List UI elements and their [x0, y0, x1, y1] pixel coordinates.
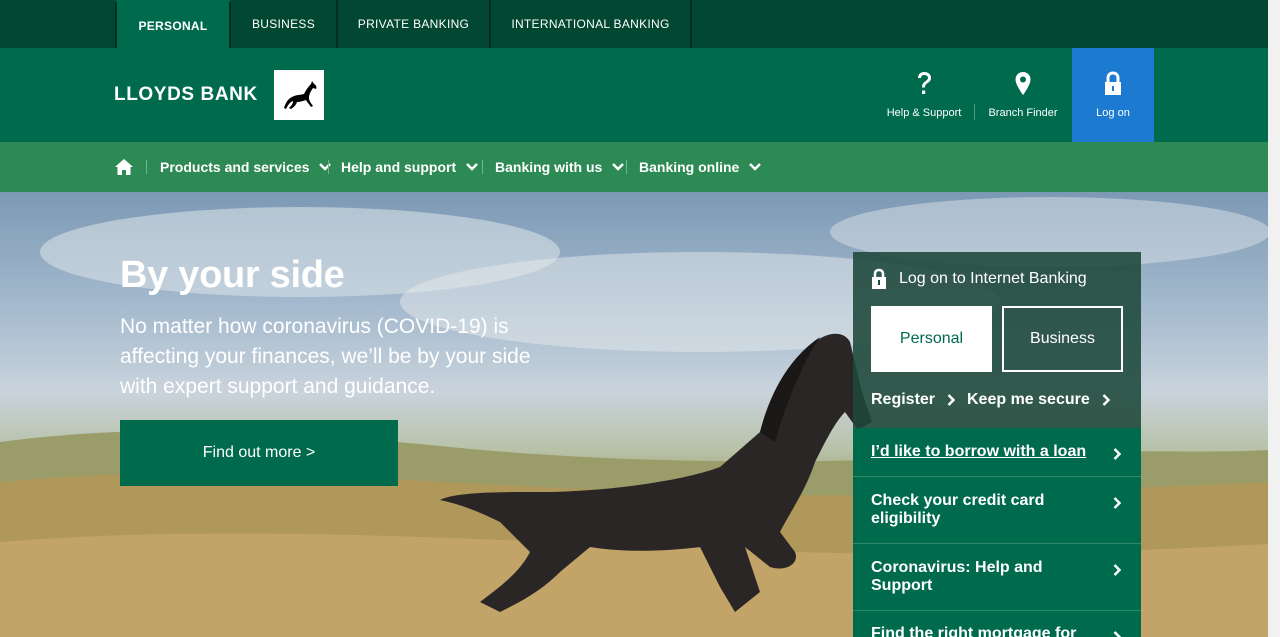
business-logon-button[interactable]: Business — [1002, 306, 1123, 372]
help-support-label: Help & Support — [886, 107, 962, 119]
utility-divider — [974, 104, 975, 120]
chevron-down-icon — [612, 163, 625, 171]
chevron-right-icon — [1113, 631, 1121, 637]
quick-link-label: Coronavirus: Help and Support — [871, 559, 1043, 594]
chevron-right-icon — [1113, 564, 1121, 576]
tab-business[interactable]: BUSINESS — [231, 0, 338, 48]
find-out-more-button[interactable]: Find out more > — [120, 420, 398, 486]
nav-divider — [328, 160, 329, 174]
register-link[interactable]: Register — [871, 391, 956, 409]
padlock-icon — [872, 268, 886, 289]
nav-banking-with-us[interactable]: Banking with us — [495, 142, 625, 192]
quick-link-credit-card-eligibility[interactable]: Check your credit card eligibility — [853, 477, 1141, 544]
brand-name: LLOYDS BANK — [114, 84, 258, 105]
nav-label: Banking online — [639, 159, 740, 175]
branch-finder-label: Branch Finder — [988, 107, 1058, 119]
chevron-right-icon — [1113, 497, 1121, 509]
chevron-right-icon — [1113, 448, 1121, 460]
help-support-link[interactable]: Help & Support — [874, 48, 974, 142]
branch-finder-link[interactable]: Branch Finder — [976, 48, 1070, 142]
black-horse-logo-icon — [273, 70, 324, 120]
quick-link-label: Find the right mortgage for — [871, 625, 1077, 637]
log-on-label: Log on — [1096, 107, 1130, 119]
nav-label: Help and support — [341, 159, 457, 175]
nav-label: Banking with us — [495, 159, 603, 175]
log-on-button[interactable]: Log on — [1072, 48, 1154, 142]
nav-products-and-services[interactable]: Products and services — [160, 142, 332, 192]
page-scrollbar[interactable] — [1268, 0, 1280, 637]
map-pin-icon — [1015, 72, 1031, 95]
brand-link[interactable]: LLOYDS BANK — [114, 70, 324, 120]
nav-label: Products and services — [160, 159, 310, 175]
keep-me-secure-link[interactable]: Keep me secure — [967, 391, 1110, 409]
quick-link-mortgage[interactable]: Find the right mortgage for — [853, 611, 1141, 637]
hero-title: By your side — [120, 254, 345, 296]
main-nav: Products and services Help and support B… — [0, 142, 1268, 192]
site-header: LLOYDS BANK Help & Support Branch Finder… — [0, 48, 1268, 142]
logon-panel: Log on to Internet Banking Personal Busi… — [853, 252, 1141, 428]
tab-international-banking[interactable]: INTERNATIONAL BANKING — [491, 0, 692, 48]
question-icon — [918, 72, 931, 94]
quick-link-label: I’d like to borrow with a loan — [871, 443, 1087, 460]
quick-link-borrow-loan[interactable]: I’d like to borrow with a loan — [853, 428, 1141, 477]
chevron-right-icon — [1102, 394, 1110, 406]
logon-panel-title: Log on to Internet Banking — [871, 268, 1087, 290]
chevron-down-icon — [319, 163, 332, 171]
audience-tabs: PERSONAL BUSINESS PRIVATE BANKING INTERN… — [115, 0, 692, 48]
logon-panel-label: Log on to Internet Banking — [899, 270, 1087, 287]
personal-logon-button[interactable]: Personal — [871, 306, 992, 372]
keep-me-secure-label: Keep me secure — [967, 391, 1090, 408]
chevron-down-icon — [466, 163, 479, 171]
home-icon[interactable] — [114, 158, 134, 181]
register-label: Register — [871, 391, 936, 408]
nav-help-and-support[interactable]: Help and support — [341, 142, 479, 192]
nav-divider — [626, 160, 627, 174]
quick-link-coronavirus-help[interactable]: Coronavirus: Help and Support — [853, 544, 1141, 611]
nav-divider — [482, 160, 483, 174]
nav-divider — [146, 160, 147, 174]
tab-personal[interactable]: PERSONAL — [115, 0, 231, 48]
quick-link-label: Check your credit card eligibility — [871, 492, 1045, 527]
chevron-down-icon — [749, 163, 762, 171]
tab-private-banking[interactable]: PRIVATE BANKING — [338, 0, 491, 48]
audience-bar: PERSONAL BUSINESS PRIVATE BANKING INTERN… — [0, 0, 1268, 48]
nav-banking-online[interactable]: Banking online — [639, 142, 762, 192]
padlock-icon — [1105, 71, 1121, 95]
hero-body: No matter how coronavirus (COVID-19) is … — [120, 315, 531, 398]
chevron-right-icon — [947, 394, 956, 406]
